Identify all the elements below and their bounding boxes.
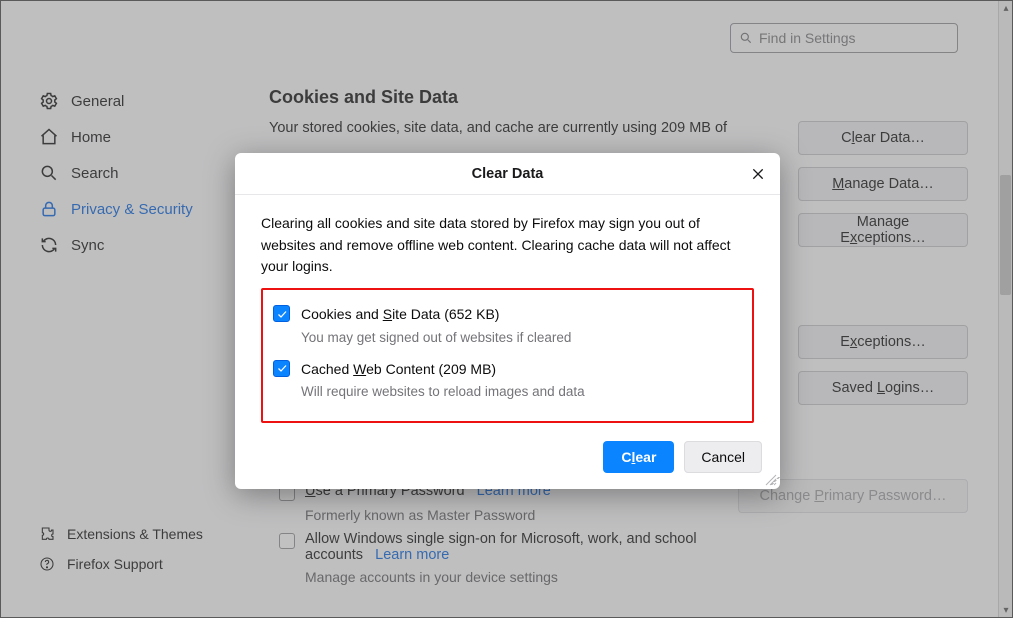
dialog-options-highlight: Cookies and Site Data (652 KB) You may g… [261,288,754,423]
cached-web-content-label: Cached Web Content (209 MB) [301,359,496,381]
dialog-close-button[interactable] [746,162,770,186]
dialog-title: Clear Data [472,166,544,182]
dialog-body: Clearing all cookies and site data store… [235,195,780,427]
dialog-intro-text: Clearing all cookies and site data store… [261,213,754,278]
check-icon [276,308,288,320]
cancel-button[interactable]: Cancel [684,441,762,473]
clear-data-dialog: Clear Data Clearing all cookies and site… [235,153,780,489]
dialog-header: Clear Data [235,153,780,195]
settings-window: General Home Search Privacy & Security S… [0,0,1013,618]
cached-web-content-sub: Will require websites to reload images a… [301,382,742,403]
close-icon [750,166,766,182]
clear-button[interactable]: Clear [603,441,674,473]
cookies-sitedata-sub: You may get signed out of websites if cl… [301,328,742,349]
cached-web-content-checkbox[interactable] [273,360,290,377]
cookies-sitedata-checkbox[interactable] [273,305,290,322]
resize-grip-icon[interactable] [763,472,777,486]
check-icon [276,362,288,374]
cookies-sitedata-label: Cookies and Site Data (652 KB) [301,304,499,326]
dialog-footer: Clear Cancel [235,427,780,489]
